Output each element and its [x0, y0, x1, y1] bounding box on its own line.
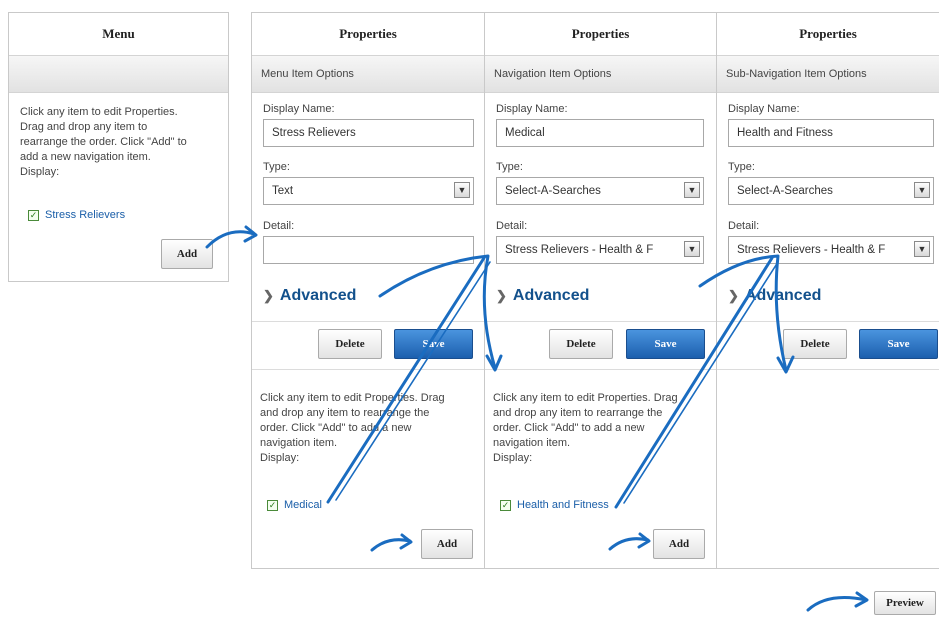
type-select[interactable]: Text ▼: [263, 177, 474, 205]
menu-panel: Menu Click any item to edit Properties. …: [8, 12, 229, 282]
menu-subheader: [9, 56, 228, 93]
advanced-toggle[interactable]: ❯ Advanced: [728, 287, 821, 305]
properties-help-text: Click any item to edit Properties. Drag …: [260, 392, 445, 464]
arrowhead-icon: [854, 591, 869, 608]
checkbox-checked-icon[interactable]: ✓: [28, 209, 39, 221]
properties-header: Properties: [717, 13, 939, 56]
chevron-down-icon: ❯: [263, 288, 274, 303]
properties-panel-menu-item: Properties Menu Item Options Display Nam…: [251, 12, 485, 569]
add-button[interactable]: Add: [653, 529, 705, 559]
display-name-label: Display Name:: [263, 103, 335, 115]
type-select[interactable]: Select-A-Searches ▼: [496, 177, 704, 205]
save-button[interactable]: Save: [394, 329, 473, 359]
detail-select[interactable]: Stress Relievers - Health & F ▼: [496, 236, 704, 264]
properties-subheader: Navigation Item Options: [485, 56, 716, 93]
display-name-input[interactable]: Medical: [496, 119, 704, 147]
display-name-label: Display Name:: [496, 103, 568, 115]
chevron-down-icon: ❯: [496, 288, 507, 303]
dropdown-arrow-icon[interactable]: ▼: [684, 182, 700, 198]
dropdown-arrow-icon[interactable]: ▼: [914, 182, 930, 198]
divider: [252, 369, 484, 370]
list-item-medical[interactable]: ✓ Medical: [267, 499, 322, 511]
divider: [717, 369, 939, 370]
type-label: Type:: [263, 161, 290, 173]
divider: [717, 321, 939, 322]
display-name-input[interactable]: Health and Fitness: [728, 119, 934, 147]
chevron-down-icon: ❯: [728, 288, 739, 303]
checkbox-checked-icon[interactable]: ✓: [500, 499, 511, 511]
save-button[interactable]: Save: [626, 329, 705, 359]
properties-panel-sub-navigation-item: Properties Sub-Navigation Item Options D…: [716, 12, 939, 569]
divider: [485, 369, 716, 370]
preview-button[interactable]: Preview: [874, 591, 936, 615]
properties-panel-navigation-item: Properties Navigation Item Options Displ…: [484, 12, 717, 569]
dropdown-arrow-icon[interactable]: ▼: [454, 182, 470, 198]
advanced-toggle[interactable]: ❯ Advanced: [496, 287, 589, 305]
delete-button[interactable]: Delete: [783, 329, 847, 359]
divider: [485, 321, 716, 322]
delete-button[interactable]: Delete: [318, 329, 382, 359]
properties-subheader: Sub-Navigation Item Options: [717, 56, 939, 93]
detail-label: Detail:: [728, 220, 760, 232]
detail-select[interactable]: Stress Relievers - Health & F ▼: [728, 236, 934, 264]
menu-item-stress-relievers[interactable]: ✓ Stress Relievers: [28, 209, 125, 221]
properties-subheader: Menu Item Options: [252, 56, 484, 93]
menu-header: Menu: [9, 13, 228, 56]
advanced-toggle[interactable]: ❯ Advanced: [263, 287, 356, 305]
detail-input[interactable]: [263, 236, 474, 264]
properties-header: Properties: [252, 13, 484, 56]
save-button[interactable]: Save: [859, 329, 938, 359]
display-name-input[interactable]: Stress Relievers: [263, 119, 474, 147]
dropdown-arrow-icon[interactable]: ▼: [914, 241, 930, 257]
type-label: Type:: [728, 161, 755, 173]
display-name-label: Display Name:: [728, 103, 800, 115]
menu-add-button[interactable]: Add: [161, 239, 213, 269]
detail-label: Detail:: [496, 220, 528, 232]
type-label: Type:: [496, 161, 523, 173]
menu-help-text: Click any item to edit Properties. Drag …: [20, 106, 187, 178]
detail-label: Detail:: [263, 220, 295, 232]
list-item-health-and-fitness[interactable]: ✓ Health and Fitness: [500, 499, 609, 511]
delete-button[interactable]: Delete: [549, 329, 613, 359]
dropdown-arrow-icon[interactable]: ▼: [684, 241, 700, 257]
add-button[interactable]: Add: [421, 529, 473, 559]
properties-header: Properties: [485, 13, 716, 56]
checkbox-checked-icon[interactable]: ✓: [267, 499, 278, 511]
properties-help-text: Click any item to edit Properties. Drag …: [493, 392, 678, 464]
curved-arrow-icon: [806, 596, 868, 612]
divider: [252, 321, 484, 322]
type-select[interactable]: Select-A-Searches ▼: [728, 177, 934, 205]
